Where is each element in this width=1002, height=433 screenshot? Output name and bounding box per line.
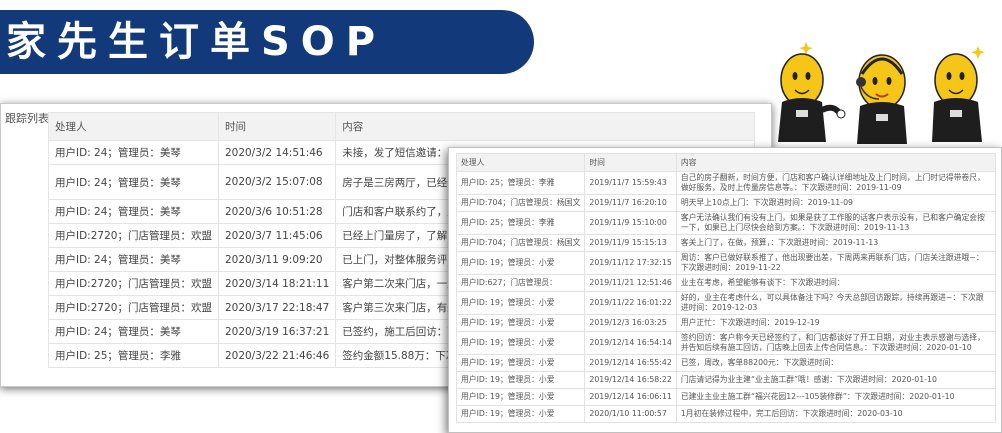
cell-user: 用户ID:2720；门店管理员：欢盟 bbox=[48, 271, 219, 296]
table-row: 用户ID: 19；管理员：小爱 2019/11/12 17:32:15 周访：客户已… bbox=[455, 251, 997, 275]
cell-content: 周访：客户已做好联系推了，他出现要出差，下周两来再联系门店，门店关注跟进哦~：下… bbox=[675, 251, 997, 275]
cell-user: 用户ID: 24；管理员：美琴 bbox=[48, 140, 219, 165]
cell-time: 2020/3/17 22:18:47 bbox=[217, 295, 337, 320]
cell-time: 2019/11/9 15:15:13 bbox=[584, 234, 677, 252]
table-row: 用户ID: 19；管理员：小爱 2019/12/3 16:03:25 用户正忙：下次… bbox=[455, 314, 997, 332]
cell-content: 已签，周改，客单88200元：下次跟进时间： bbox=[675, 354, 997, 372]
column-header-time: 时间 bbox=[584, 153, 677, 172]
cell-user: 用户ID: 25；管理员：李雅 bbox=[455, 211, 586, 235]
cell-content: 业主在考虑，希望能够有谈下：下次跟进时间： bbox=[675, 274, 997, 292]
cell-time: 2019/11/22 16:01:22 bbox=[584, 291, 677, 315]
table-row: 用户ID:627；门店管理员： 2019/11/21 12:51:46 业主在考虑，… bbox=[455, 274, 997, 292]
history-table: 处理人 时间 内容 用户ID: 25；管理员：李雅 2019/11/7 15:59… bbox=[455, 153, 997, 423]
mascots-icon bbox=[778, 42, 985, 144]
cell-user: 用户ID:627；门店管理员： bbox=[455, 274, 586, 292]
history-panel: 处理人 时间 内容 用户ID: 25；管理员：李雅 2019/11/7 15:59… bbox=[448, 147, 1002, 433]
cell-user: 用户ID: 19；管理员：小爱 bbox=[455, 331, 586, 355]
page-title: 家先生订单SOP bbox=[6, 19, 387, 65]
table-header-row: 处理人 时间 内容 bbox=[455, 153, 997, 172]
cell-user: 用户ID: 19；管理员：小爱 bbox=[455, 314, 586, 332]
section-label: 跟踪列表 bbox=[5, 112, 49, 125]
cell-user: 用户ID: 19；管理员：小爱 bbox=[455, 251, 586, 275]
cell-time: 2020/3/7 11:45:06 bbox=[217, 223, 337, 248]
cell-time: 2019/12/14 16:55:42 bbox=[584, 354, 677, 372]
cell-time: 2019/12/14 16:06:11 bbox=[584, 388, 677, 406]
cell-time: 2019/12/14 16:54:14 bbox=[584, 331, 677, 355]
cell-time: 2020/3/19 16:37:21 bbox=[217, 319, 337, 344]
cell-time: 2019/12/14 16:58:22 bbox=[584, 371, 677, 389]
cell-user: 用户ID: 24；管理员：美琴 bbox=[48, 164, 219, 200]
cell-time: 2019/11/9 15:10:00 bbox=[584, 211, 677, 235]
cell-time: 2019/11/12 17:32:15 bbox=[584, 251, 677, 275]
cell-user: 用户ID:2720；门店管理员：欢盟 bbox=[48, 223, 219, 248]
table-row: 用户ID: 19；管理员：小爱 2019/12/14 16:55:42 已签，周改，… bbox=[455, 354, 997, 372]
table-row: 用户ID: 19；管理员：小爱 2019/12/14 16:06:11 已建业主业主… bbox=[455, 388, 997, 406]
cell-time: 2020/3/2 15:07:08 bbox=[217, 164, 337, 200]
cell-content: 签约回访：客户称今天已经签约了，和门店都谈好了开工日期，对业主表示感谢与选择，并… bbox=[675, 331, 997, 355]
cell-user: 用户ID:704；门店管理员：杨国文 bbox=[455, 194, 586, 212]
table-row: 用户ID:704；门店管理员：杨国文 2019/11/7 16:20:10 明天早上… bbox=[455, 194, 997, 212]
cell-user: 用户ID: 19；管理员：小爱 bbox=[455, 371, 586, 389]
cell-time: 2020/3/14 18:21:11 bbox=[217, 271, 337, 296]
title-banner: 家先生订单SOP bbox=[0, 10, 534, 74]
cell-time: 2020/3/2 14:51:46 bbox=[217, 140, 337, 165]
table-row: 用户ID: 25；管理员：李雅 2019/11/9 15:10:00 客户无法确认我… bbox=[455, 211, 997, 235]
cell-content: 1月初在装修过程中，完工后回访：下次跟进时间：2020-03-10 bbox=[675, 405, 997, 423]
cell-time: 2019/11/7 15:59:43 bbox=[584, 171, 677, 195]
column-header-handler: 处理人 bbox=[455, 153, 586, 172]
mascot-left-icon bbox=[778, 42, 846, 142]
column-header-content: 内容 bbox=[675, 153, 997, 172]
table-row: 用户ID:704；门店管理员：杨国文 2019/11/9 15:15:13 客关上门… bbox=[455, 234, 997, 252]
table-row: 用户ID: 19；管理员：小爱 2019/11/22 16:01:22 好的，业主在… bbox=[455, 291, 997, 315]
cell-user: 用户ID:704；门店管理员：杨国文 bbox=[455, 234, 586, 252]
cell-user: 用户ID: 24；管理员：美琴 bbox=[48, 199, 219, 224]
table-row: 用户ID: 25；管理员：李雅 2019/11/7 15:59:43 自己的房子翻新… bbox=[455, 171, 997, 195]
cell-time: 2019/11/21 12:51:46 bbox=[584, 274, 677, 292]
cell-user: 用户ID: 24；管理员：美琴 bbox=[48, 319, 219, 344]
table-header-row: 处理人 时间 内容 bbox=[48, 112, 755, 141]
cell-content: 明天早上10点上门：下次跟进时间：2019-11-09 bbox=[675, 194, 997, 212]
cell-user: 用户ID: 19；管理员：小爱 bbox=[455, 388, 586, 406]
cell-user: 用户ID: 25；管理员：李雅 bbox=[455, 171, 586, 195]
table-row: 用户ID: 19；管理员：小爱 2019/12/14 16:58:22 门店请记得为… bbox=[455, 371, 997, 389]
cell-content: 已建业主业主施工群“福兴花园12---105装修群”：下次跟进时间：2020-0… bbox=[675, 388, 997, 406]
cell-time: 2020/3/22 21:46:46 bbox=[217, 343, 337, 368]
cell-user: 用户ID: 24；管理员：美琴 bbox=[48, 247, 219, 272]
cell-user: 用户ID: 19；管理员：小爱 bbox=[455, 405, 586, 423]
cell-content: 客户无法确认我们有没有上门，如果是获了工作服的话客户表示没有，已和客户确定会按一… bbox=[675, 211, 997, 235]
cell-content: 门店请记得为业主建“业主施工群”哦！感谢：下次跟进时间：2020-01-10 bbox=[675, 371, 997, 389]
column-header-content: 内容 bbox=[335, 112, 755, 141]
cell-time: 2019/12/3 16:03:25 bbox=[584, 314, 677, 332]
table-row: 用户ID: 19；管理员：小爱 2020/1/10 11:00:57 1月初在装修过… bbox=[455, 405, 997, 423]
cell-content: 用户正忙：下次跟进时间：2019-12-19 bbox=[675, 314, 997, 332]
cell-time: 2020/3/6 10:51:28 bbox=[217, 199, 337, 224]
cell-user: 用户ID: 19；管理员：小爱 bbox=[455, 291, 586, 315]
column-header-handler: 处理人 bbox=[48, 112, 219, 141]
cell-content: 自己的房子翻新，时间方便，门店和客户确认详细地址及上门时间，上门时记得带卷尺，做… bbox=[675, 171, 997, 195]
table-row: 用户ID: 19；管理员：小爱 2019/12/14 16:54:14 签约回访：客… bbox=[455, 331, 997, 355]
cell-user: 用户ID: 19；管理员：小爱 bbox=[455, 354, 586, 372]
cell-content: 客关上门了，在做，预算，：下次跟进时间：2019-11-13 bbox=[675, 234, 997, 252]
cell-user: 用户ID: 25；管理员：李雅 bbox=[48, 343, 219, 368]
cell-time: 2019/11/7 16:20:10 bbox=[584, 194, 677, 212]
cell-time: 2020/1/10 11:00:57 bbox=[584, 405, 677, 423]
cell-user: 用户ID:2720；门店管理员：欢盟 bbox=[48, 295, 219, 320]
mascot-right-icon bbox=[932, 46, 985, 142]
column-header-time: 时间 bbox=[217, 112, 337, 141]
cell-content: 好的，业主在考虑什么，可以具体备注下吗？今天总部回访跟踪，持续再跟进~：下次跟进… bbox=[675, 291, 997, 315]
mascot-middle-icon bbox=[856, 54, 907, 144]
cell-time: 2020/3/11 9:09:20 bbox=[217, 247, 337, 272]
